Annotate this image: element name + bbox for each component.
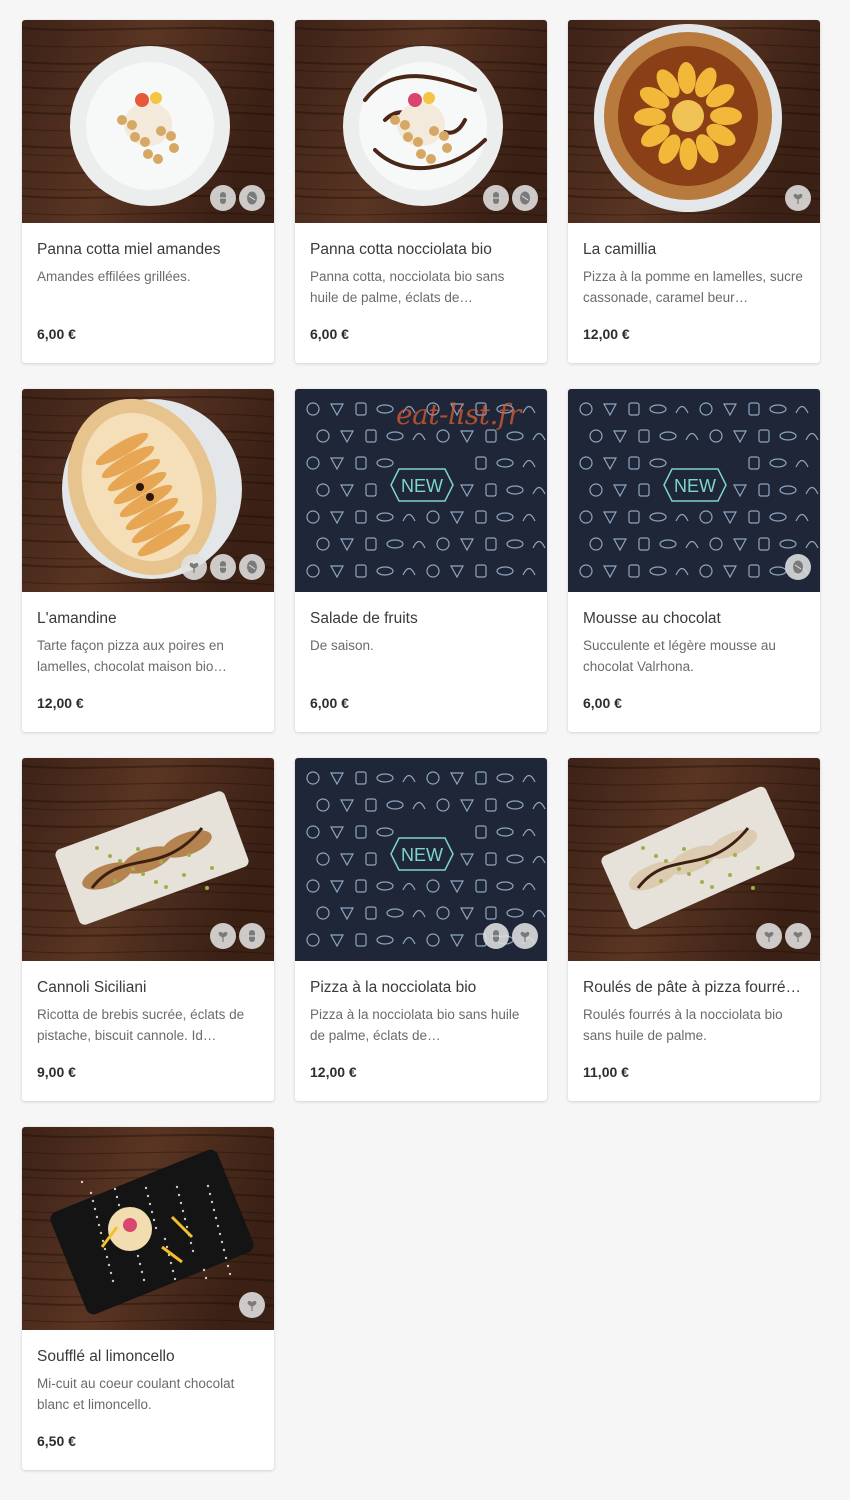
dietary-badges xyxy=(181,554,265,580)
menu-item-card[interactable]: NEW Salade de fruits De saison. 6,00 € xyxy=(295,389,547,732)
item-description: Tarte façon pizza aux poires en lamelles… xyxy=(37,638,227,674)
item-description: Roulés fourrés à la nocciolata bio sans … xyxy=(583,1007,783,1043)
item-description: Mi-cuit au coeur coulant chocolat blanc … xyxy=(37,1376,235,1412)
item-price: 6,00 € xyxy=(583,695,622,711)
item-price: 6,50 € xyxy=(37,1433,76,1449)
menu-item-card[interactable]: Roulés de pâte à pizza fourrés à la nocc… xyxy=(568,758,820,1101)
gluten-free-icon xyxy=(210,554,236,580)
new-placeholder-image: NEW xyxy=(568,389,820,592)
item-price: 11,00 € xyxy=(583,1064,629,1080)
item-description: Pizza à la pomme en lamelles, sucre cass… xyxy=(583,269,803,305)
vegetarian-icon xyxy=(756,923,782,949)
dish-photo xyxy=(22,1127,274,1330)
dish-photo xyxy=(22,389,274,592)
vegetarian-icon xyxy=(785,923,811,949)
item-info: Panna cotta nocciolata bio Panna cotta, n… xyxy=(295,223,547,308)
item-name: L'amandine xyxy=(37,610,117,627)
new-label: NEW xyxy=(401,845,443,865)
vegetarian-icon xyxy=(512,923,538,949)
gluten-free-icon xyxy=(483,185,509,211)
item-price: 6,00 € xyxy=(310,695,349,711)
item-description: Pizza à la nocciolata bio sans huile de … xyxy=(310,1007,520,1043)
lactose-free-icon xyxy=(785,554,811,580)
dietary-badges xyxy=(483,923,538,949)
vegetarian-icon xyxy=(181,554,207,580)
new-label: NEW xyxy=(674,476,716,496)
item-name: Cannoli Siciliani xyxy=(37,979,147,996)
item-description: Ricotta de brebis sucrée, éclats de pist… xyxy=(37,1007,245,1043)
item-info: L'amandine Tarte façon pizza aux poires e… xyxy=(22,592,274,677)
item-price: 12,00 € xyxy=(310,1064,357,1080)
menu-item-card[interactable]: La camillia Pizza à la pomme en lamelles,… xyxy=(568,20,820,363)
vegetarian-icon xyxy=(785,185,811,211)
item-name: Panna cotta miel amandes xyxy=(37,241,221,258)
menu-item-card[interactable]: Soufflé al limoncello Mi-cuit au coeur co… xyxy=(22,1127,274,1470)
item-info: La camillia Pizza à la pomme en lamelles,… xyxy=(568,223,820,308)
item-name: Panna cotta nocciolata bio xyxy=(310,241,492,258)
item-info: Cannoli Siciliani Ricotta de brebis sucré… xyxy=(22,961,274,1046)
menu-item-card[interactable]: Cannoli Siciliani Ricotta de brebis sucré… xyxy=(22,758,274,1101)
new-placeholder-image: NEW xyxy=(295,758,547,961)
vegetarian-icon xyxy=(210,923,236,949)
item-info: Roulés de pâte à pizza fourrés à la nocc… xyxy=(568,961,820,1046)
dish-photo xyxy=(568,20,820,223)
item-description: Amandes effilées grillées. xyxy=(37,269,191,284)
item-info: Salade de fruits De saison. xyxy=(295,592,547,677)
item-name: Salade de fruits xyxy=(310,610,418,627)
item-name: La camillia xyxy=(583,241,657,258)
dietary-badges xyxy=(483,185,538,211)
lactose-free-icon xyxy=(239,554,265,580)
item-info: Mousse au chocolat Succulente et légère m… xyxy=(568,592,820,677)
item-info: Soufflé al limoncello Mi-cuit au coeur co… xyxy=(22,1330,274,1415)
item-name: Pizza à la nocciolata bio xyxy=(310,979,477,996)
item-price: 6,00 € xyxy=(37,326,76,342)
item-description: De saison. xyxy=(310,638,374,653)
item-info: Pizza à la nocciolata bio Pizza à la nocc… xyxy=(295,961,547,1046)
menu-grid: Panna cotta miel amandes Amandes effilées… xyxy=(22,20,820,1470)
menu-item-card[interactable]: Panna cotta nocciolata bio Panna cotta, n… xyxy=(295,20,547,363)
dish-photo xyxy=(22,758,274,961)
item-name: Mousse au chocolat xyxy=(583,610,721,627)
lactose-free-icon xyxy=(512,185,538,211)
dietary-badges xyxy=(210,185,265,211)
dish-photo xyxy=(22,20,274,223)
menu-item-card[interactable]: L'amandine Tarte façon pizza aux poires e… xyxy=(22,389,274,732)
vegetarian-icon xyxy=(239,1292,265,1318)
gluten-free-icon xyxy=(210,185,236,211)
lactose-free-icon xyxy=(239,185,265,211)
item-description: Succulente et légère mousse au chocolat … xyxy=(583,638,776,674)
item-price: 9,00 € xyxy=(37,1064,76,1080)
menu-item-card[interactable]: NEW Pizza à la nocciolata bio Pizza à la n… xyxy=(295,758,547,1101)
dietary-badges xyxy=(785,554,811,580)
dish-photo xyxy=(295,20,547,223)
gluten-free-icon xyxy=(239,923,265,949)
new-label: NEW xyxy=(401,476,443,496)
item-name: Roulés de pâte à pizza fourrés à la nocc… xyxy=(583,979,806,996)
item-info: Panna cotta miel amandes Amandes effilées… xyxy=(22,223,274,308)
dietary-badges xyxy=(210,923,265,949)
item-description: Panna cotta, nocciolata bio sans huile d… xyxy=(310,269,505,305)
item-price: 12,00 € xyxy=(583,326,630,342)
item-name: Soufflé al limoncello xyxy=(37,1348,175,1365)
dietary-badges xyxy=(785,185,811,211)
dietary-badges xyxy=(756,923,811,949)
dish-photo xyxy=(568,758,820,961)
gluten-free-icon xyxy=(483,923,509,949)
new-placeholder-image: NEW xyxy=(295,389,547,592)
menu-item-card[interactable]: NEW Mousse au chocolat Succulente et légèr… xyxy=(568,389,820,732)
item-price: 12,00 € xyxy=(37,695,84,711)
dietary-badges xyxy=(239,1292,265,1318)
item-price: 6,00 € xyxy=(310,326,349,342)
menu-item-card[interactable]: Panna cotta miel amandes Amandes effilées… xyxy=(22,20,274,363)
